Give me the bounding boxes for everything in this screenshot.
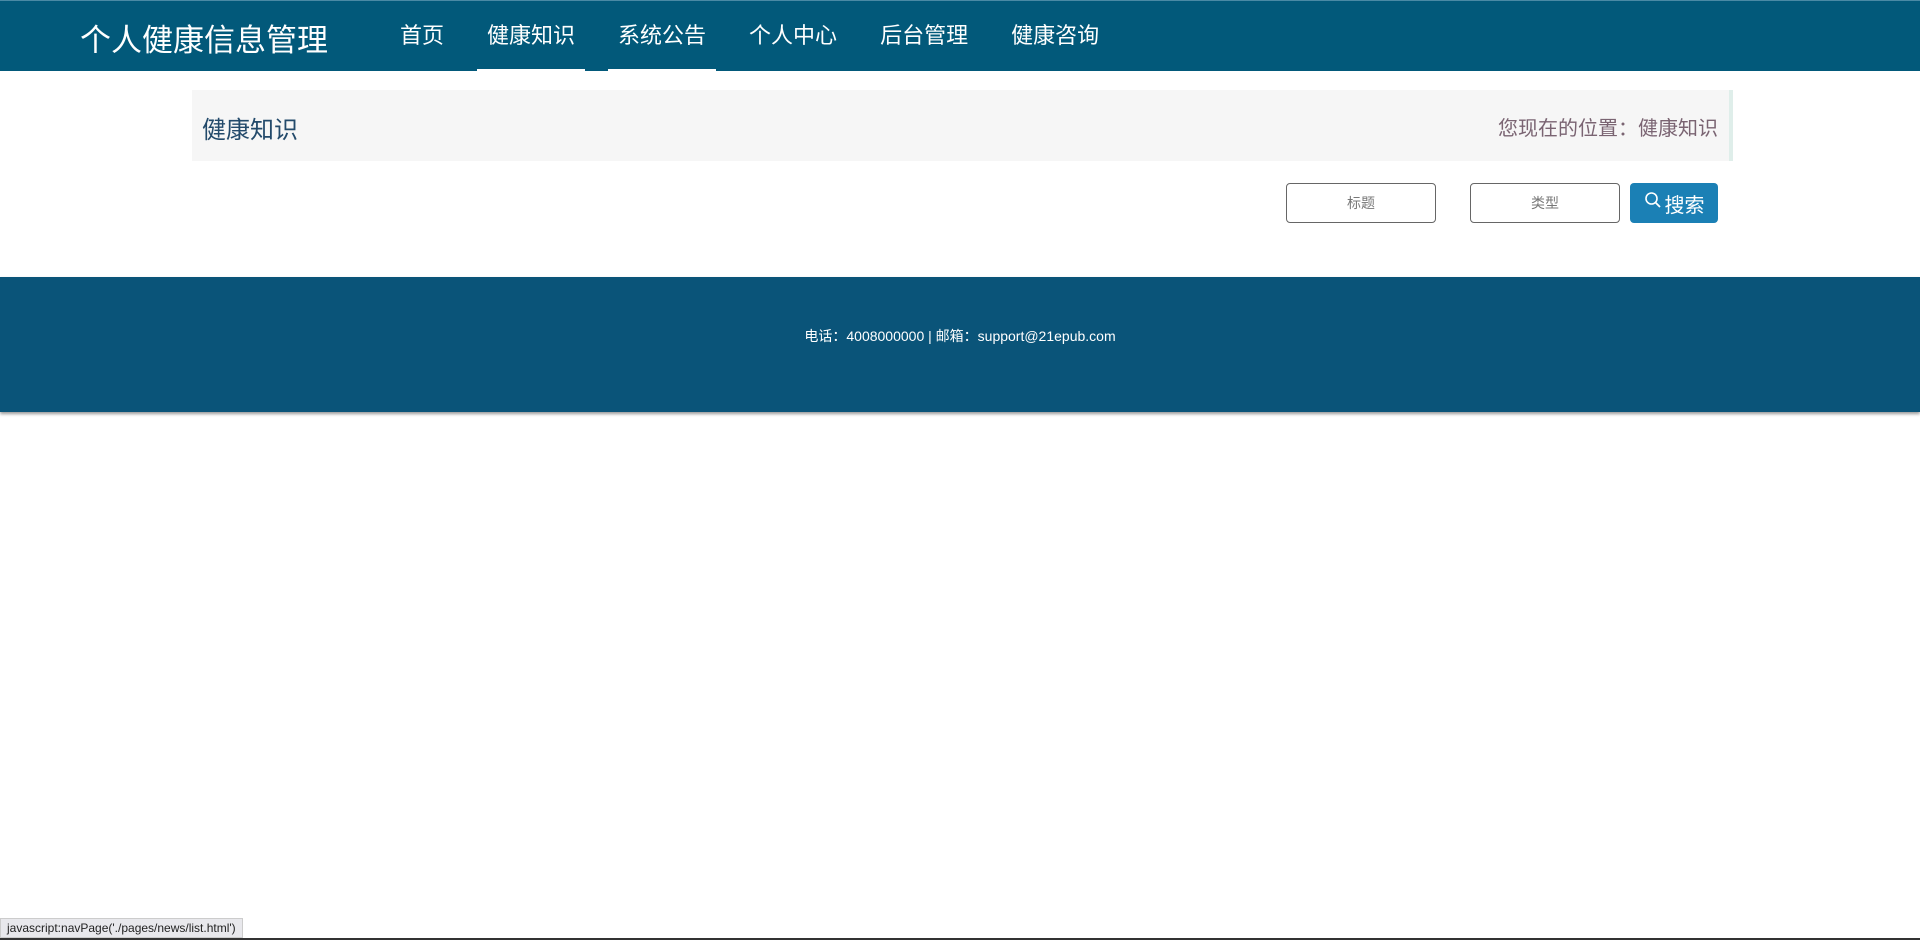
- search-button-label: 搜索: [1664, 194, 1705, 217]
- breadcrumb-location: 您现在的位置：健康知识: [1498, 118, 1718, 140]
- search-icon: [1644, 191, 1662, 215]
- browser-status-bar: javascript:navPage('./pages/news/list.ht…: [0, 918, 243, 938]
- search-button[interactable]: 搜索: [1630, 183, 1718, 223]
- footer-contact: 电话：4008000000 | 邮箱：support@21epub.com: [804, 328, 1116, 344]
- type-search-input[interactable]: [1470, 183, 1620, 223]
- breadcrumb: 健康知识 您现在的位置：健康知识: [192, 90, 1733, 161]
- nav-health-knowledge[interactable]: 健康知识: [477, 1, 586, 72]
- footer: 电话：4008000000 | 邮箱：support@21epub.com: [0, 277, 1920, 412]
- top-navbar: 个人健康信息管理 首页 健康知识 系统公告 个人中心 后台管理 健康咨询: [0, 0, 1920, 72]
- page-title: 健康知识: [202, 117, 298, 144]
- main-nav: 首页 健康知识 系统公告 个人中心 后台管理 健康咨询: [390, 1, 1132, 72]
- nav-system-notice[interactable]: 系统公告: [608, 1, 717, 72]
- nav-personal-center[interactable]: 个人中心: [739, 1, 847, 72]
- nav-home[interactable]: 首页: [390, 1, 454, 72]
- nav-health-consult[interactable]: 健康咨询: [1001, 1, 1109, 72]
- site-title: 个人健康信息管理: [80, 23, 328, 58]
- nav-admin[interactable]: 后台管理: [870, 1, 978, 72]
- title-search-input[interactable]: [1286, 183, 1436, 223]
